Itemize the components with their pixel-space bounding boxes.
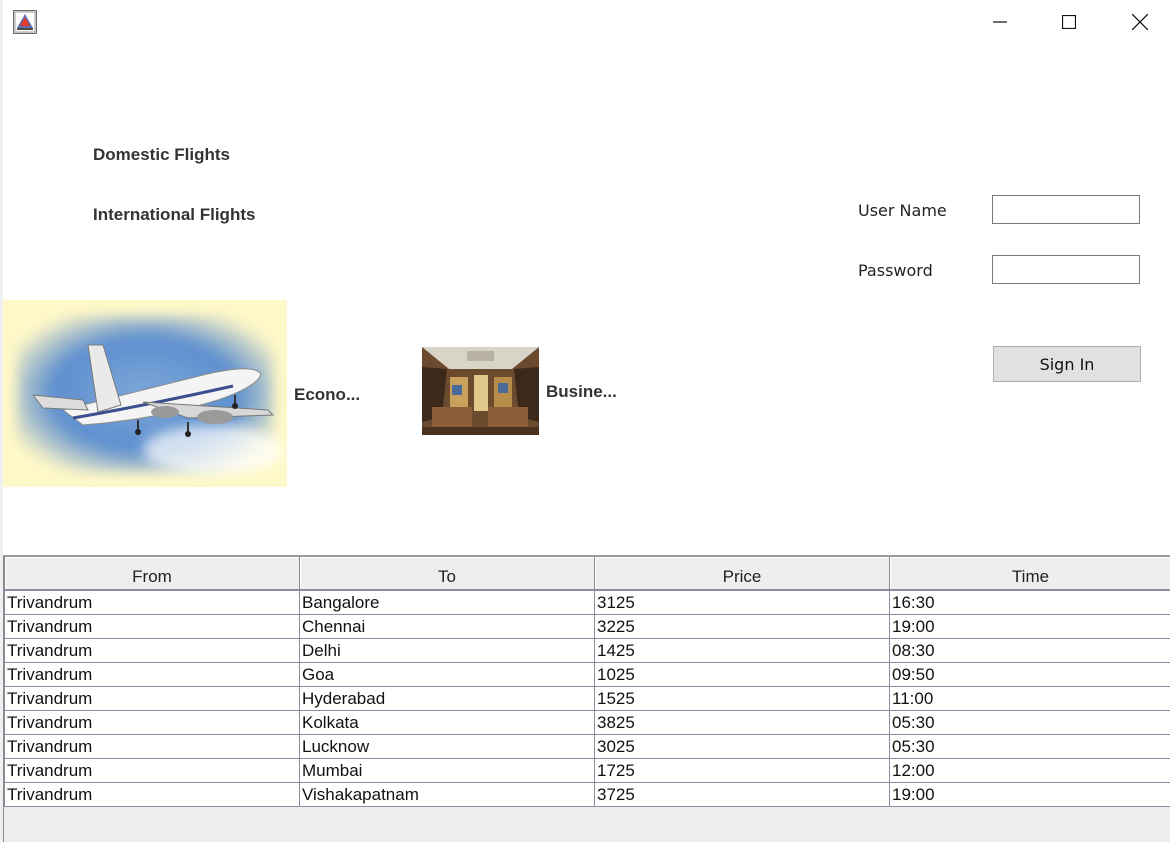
cell-price[interactable]: 3725 bbox=[594, 782, 890, 807]
cell-to[interactable]: Vishakapatnam bbox=[299, 782, 595, 807]
java-app-icon[interactable] bbox=[13, 10, 37, 34]
app-window: Domestic Flights International Flights U… bbox=[0, 0, 1170, 842]
cell-time[interactable]: 09:50 bbox=[889, 662, 1170, 687]
maximize-icon bbox=[1062, 15, 1076, 29]
column-header-to[interactable]: To bbox=[299, 555, 595, 591]
cell-price[interactable]: 3125 bbox=[594, 589, 890, 615]
table-row[interactable]: Trivandrum Delhi 1425 08:30 bbox=[4, 638, 1170, 663]
international-flights-link[interactable]: International Flights bbox=[93, 205, 255, 225]
cell-to[interactable]: Goa bbox=[299, 662, 595, 687]
cell-from[interactable]: Trivandrum bbox=[4, 614, 300, 639]
password-label: Password bbox=[858, 261, 933, 280]
table-row[interactable]: Trivandrum Bangalore 3125 16:30 bbox=[4, 589, 1170, 615]
domestic-flights-link[interactable]: Domestic Flights bbox=[93, 145, 230, 165]
table-row[interactable]: Trivandrum Lucknow 3025 05:30 bbox=[4, 734, 1170, 759]
cell-from[interactable]: Trivandrum bbox=[4, 638, 300, 663]
cell-from[interactable]: Trivandrum bbox=[4, 782, 300, 807]
economy-class-label[interactable]: Econo... bbox=[294, 385, 360, 405]
cell-from[interactable]: Trivandrum bbox=[4, 662, 300, 687]
title-bar[interactable] bbox=[0, 0, 1170, 44]
minimize-icon bbox=[993, 21, 1007, 23]
table-row[interactable]: Trivandrum Vishakapatnam 3725 19:00 bbox=[4, 782, 1170, 807]
cell-price[interactable]: 3225 bbox=[594, 614, 890, 639]
username-label: User Name bbox=[858, 201, 947, 220]
cell-price[interactable]: 1525 bbox=[594, 686, 890, 711]
cell-to[interactable]: Chennai bbox=[299, 614, 595, 639]
close-icon bbox=[1132, 14, 1148, 30]
password-field[interactable] bbox=[992, 255, 1140, 284]
cell-from[interactable]: Trivandrum bbox=[4, 589, 300, 615]
close-button[interactable] bbox=[1105, 0, 1170, 44]
cell-from[interactable]: Trivandrum bbox=[4, 758, 300, 783]
table-row[interactable]: Trivandrum Chennai 3225 19:00 bbox=[4, 614, 1170, 639]
cell-time[interactable]: 12:00 bbox=[889, 758, 1170, 783]
cell-to[interactable]: Lucknow bbox=[299, 734, 595, 759]
cell-price[interactable]: 1725 bbox=[594, 758, 890, 783]
cell-to[interactable]: Hyderabad bbox=[299, 686, 595, 711]
table-row[interactable]: Trivandrum Hyderabad 1525 11:00 bbox=[4, 686, 1170, 711]
column-header-time[interactable]: Time bbox=[889, 555, 1170, 591]
cell-from[interactable]: Trivandrum bbox=[4, 710, 300, 735]
business-cabin-image[interactable] bbox=[422, 347, 539, 435]
cell-time[interactable]: 11:00 bbox=[889, 686, 1170, 711]
sign-in-button[interactable]: Sign In bbox=[993, 346, 1141, 382]
cell-time[interactable]: 19:00 bbox=[889, 614, 1170, 639]
cell-price[interactable]: 3025 bbox=[594, 734, 890, 759]
cell-to[interactable]: Bangalore bbox=[299, 589, 595, 615]
table-row[interactable]: Trivandrum Kolkata 3825 05:30 bbox=[4, 710, 1170, 735]
cell-to[interactable]: Kolkata bbox=[299, 710, 595, 735]
cell-time[interactable]: 05:30 bbox=[889, 710, 1170, 735]
cell-to[interactable]: Mumbai bbox=[299, 758, 595, 783]
username-field[interactable] bbox=[992, 195, 1140, 224]
cell-to[interactable]: Delhi bbox=[299, 638, 595, 663]
economy-airplane-image[interactable] bbox=[3, 300, 287, 487]
cell-from[interactable]: Trivandrum bbox=[4, 734, 300, 759]
cell-time[interactable]: 05:30 bbox=[889, 734, 1170, 759]
maximize-button[interactable] bbox=[1034, 0, 1104, 44]
cell-time[interactable]: 19:00 bbox=[889, 782, 1170, 807]
cell-price[interactable]: 3825 bbox=[594, 710, 890, 735]
minimize-button[interactable] bbox=[965, 0, 1035, 44]
table-row[interactable]: Trivandrum Goa 1025 09:50 bbox=[4, 662, 1170, 687]
business-class-label[interactable]: Busine... bbox=[546, 382, 617, 402]
cell-price[interactable]: 1425 bbox=[594, 638, 890, 663]
table-header-row: From To Price Time bbox=[4, 555, 1170, 591]
cell-from[interactable]: Trivandrum bbox=[4, 686, 300, 711]
column-header-from[interactable]: From bbox=[4, 555, 300, 591]
flights-table[interactable]: From To Price Time Trivandrum Bangalore … bbox=[4, 555, 1170, 807]
cell-time[interactable]: 08:30 bbox=[889, 638, 1170, 663]
cell-time[interactable]: 16:30 bbox=[889, 589, 1170, 615]
column-header-price[interactable]: Price bbox=[594, 555, 890, 591]
flights-table-panel[interactable]: From To Price Time Trivandrum Bangalore … bbox=[3, 555, 1170, 842]
table-row[interactable]: Trivandrum Mumbai 1725 12:00 bbox=[4, 758, 1170, 783]
cell-price[interactable]: 1025 bbox=[594, 662, 890, 687]
